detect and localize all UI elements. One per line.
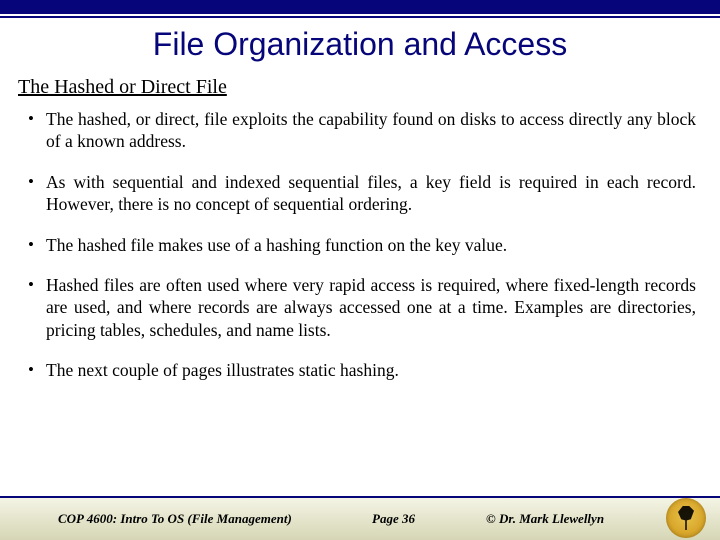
content-area: The hashed, or direct, file exploits the… (24, 108, 696, 484)
slide: File Organization and Access The Hashed … (0, 0, 720, 540)
bullet-item: As with sequential and indexed sequentia… (24, 171, 696, 216)
footer-course: COP 4600: Intro To OS (File Management) (58, 511, 292, 527)
footer: COP 4600: Intro To OS (File Management) … (0, 498, 720, 540)
page-title: File Organization and Access (0, 26, 720, 63)
top-line-accent (0, 16, 720, 18)
footer-page: Page 36 (372, 511, 415, 527)
section-subheading: The Hashed or Direct File (18, 76, 227, 99)
bullet-item: The next couple of pages illustrates sta… (24, 359, 696, 381)
footer-author: © Dr. Mark Llewellyn (486, 511, 604, 527)
bullet-item: The hashed file makes use of a hashing f… (24, 234, 696, 256)
bullet-item: Hashed files are often used where very r… (24, 274, 696, 341)
ucf-logo-icon (666, 498, 706, 538)
top-band (0, 0, 720, 14)
bullet-item: The hashed, or direct, file exploits the… (24, 108, 696, 153)
bullet-list: The hashed, or direct, file exploits the… (24, 108, 696, 382)
